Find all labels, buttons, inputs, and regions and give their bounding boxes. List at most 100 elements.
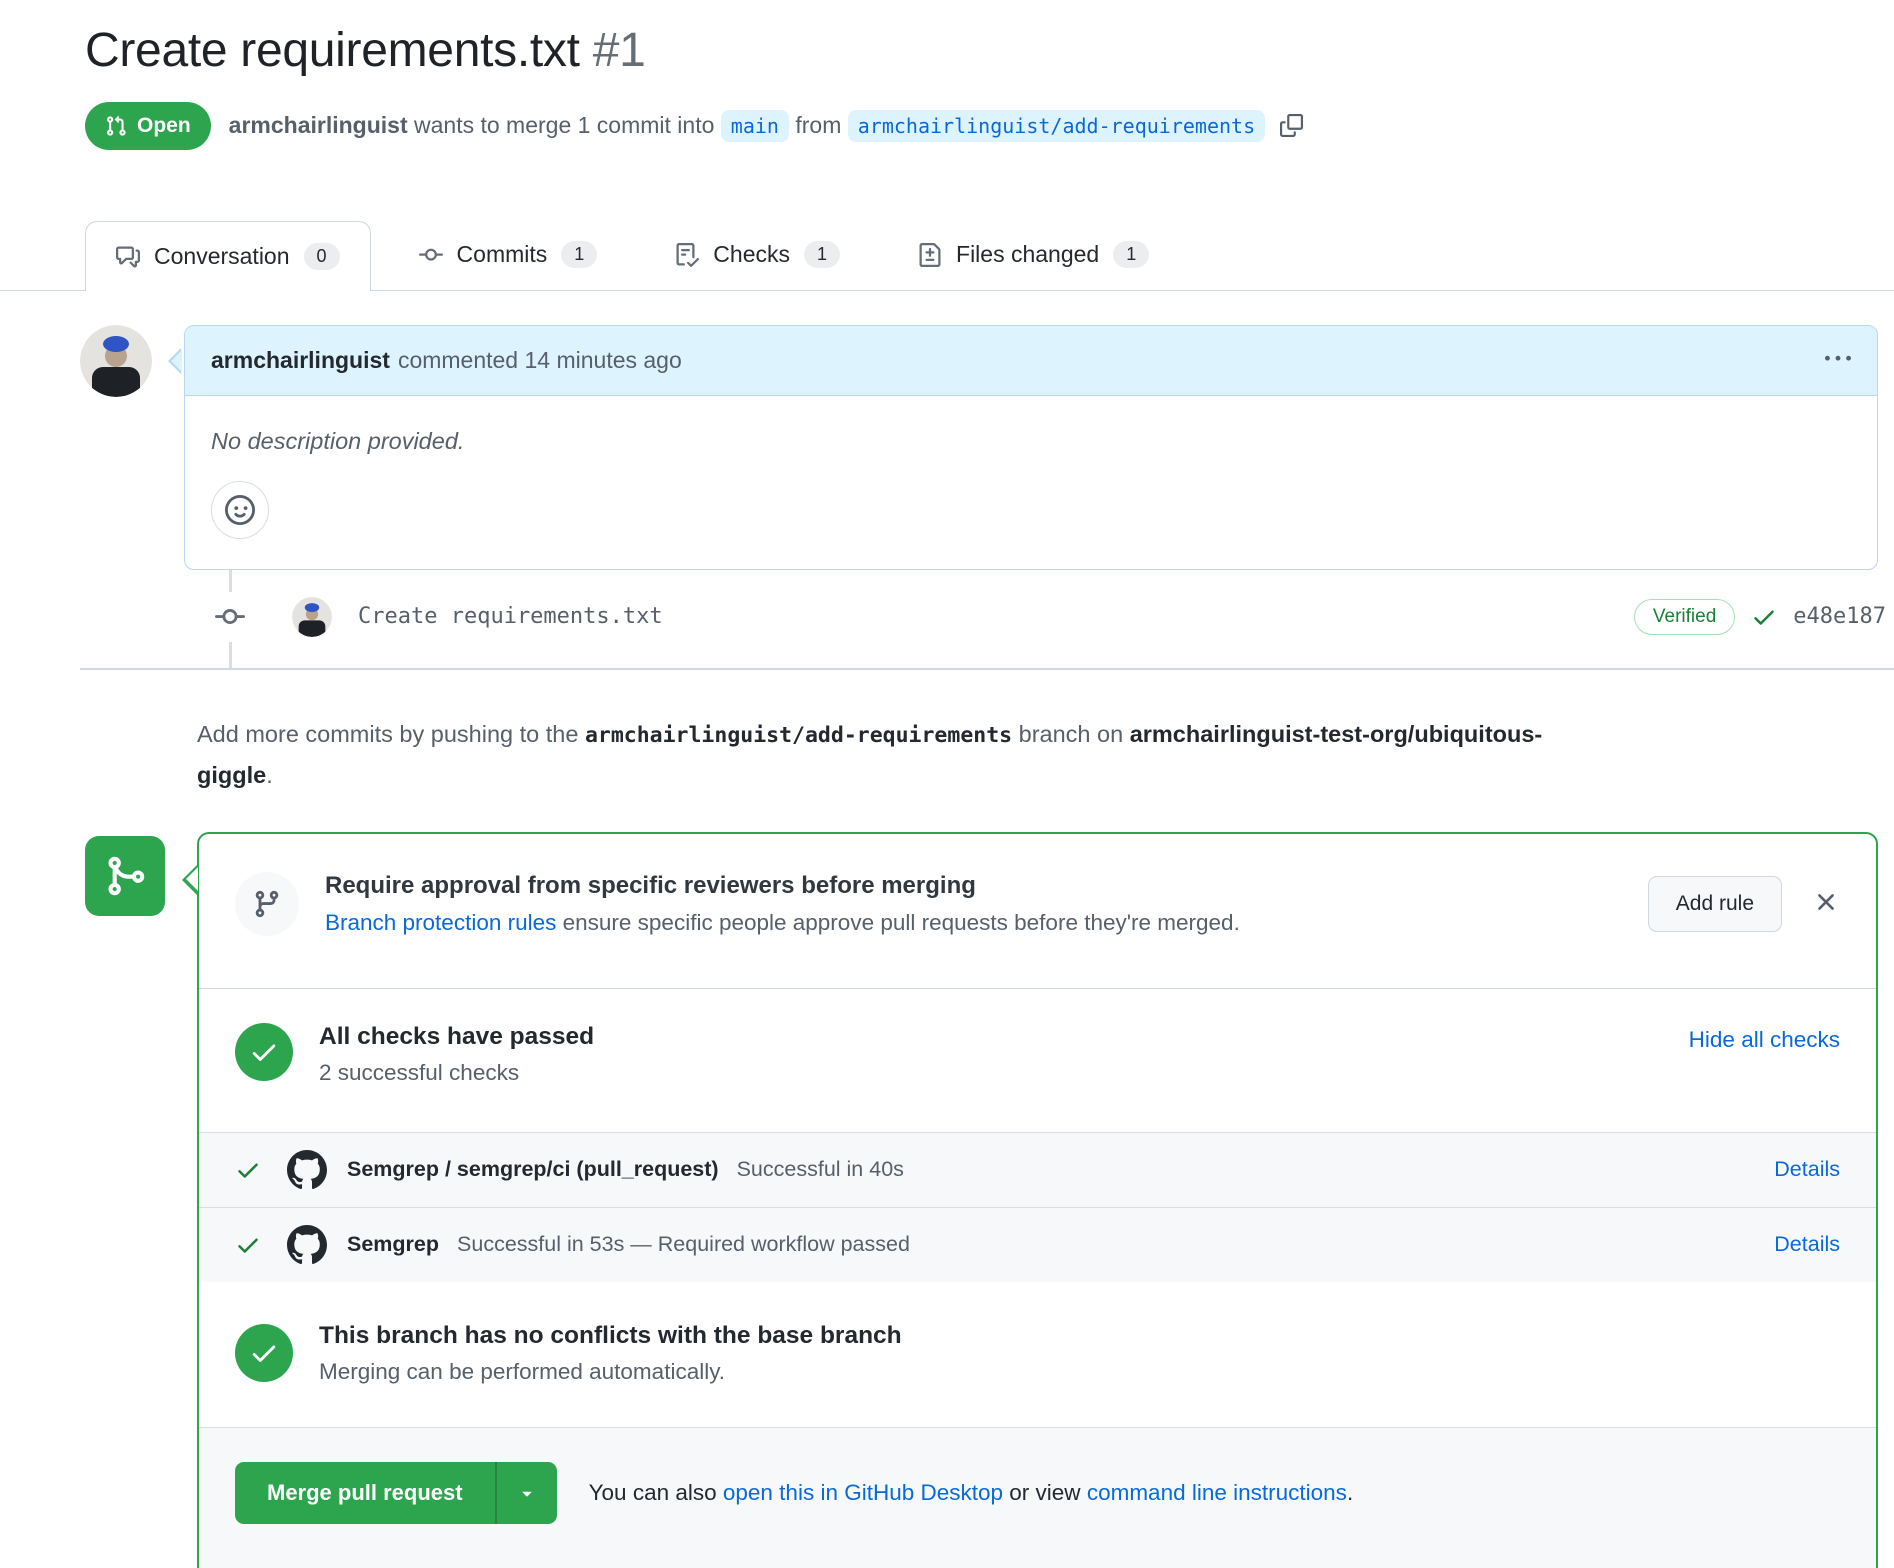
push-note-branch: armchairlinguist/add-requirements: [585, 723, 1012, 748]
merge-summary-text-1: wants to merge 1 commit into: [414, 112, 714, 138]
pr-description-comment: armchairlinguist commented 14 minutes ag…: [184, 325, 1878, 570]
file-diff-icon: [918, 243, 942, 267]
comment-author-link[interactable]: armchairlinguist: [211, 347, 390, 374]
pr-number: #1: [593, 24, 646, 77]
page-title: Create requirements.txt #1: [85, 22, 1878, 80]
merge-box: Require approval from specific reviewers…: [197, 832, 1878, 1568]
git-commit-icon: [196, 592, 264, 642]
head-branch-label[interactable]: armchairlinguist/add-requirements: [848, 110, 1265, 142]
approval-rule-text: Require approval from specific reviewers…: [325, 872, 1240, 936]
pr-title-text: Create requirements.txt: [85, 24, 580, 77]
merge-status-area: Require approval from specific reviewers…: [197, 832, 1878, 1568]
approval-rule-title: Require approval from specific reviewers…: [325, 872, 1240, 900]
close-icon: [1812, 888, 1840, 916]
github-logo-icon: [287, 1225, 327, 1265]
comment-options-button[interactable]: [1825, 346, 1851, 375]
tab-checks-label: Checks: [713, 241, 790, 268]
comment-header: armchairlinguist commented 14 minutes ag…: [185, 326, 1877, 396]
command-line-instructions-link[interactable]: command line instructions: [1087, 1480, 1347, 1505]
merge-split-button: Merge pull request: [235, 1462, 557, 1524]
tab-conversation-label: Conversation: [154, 243, 290, 270]
github-desktop-link[interactable]: open this in GitHub Desktop: [723, 1480, 1003, 1505]
checklist-icon: [675, 243, 699, 267]
no-conflicts-section: This branch has no conflicts with the ba…: [199, 1282, 1876, 1427]
verified-badge[interactable]: Verified: [1634, 599, 1735, 635]
github-logo-icon: [287, 1150, 327, 1190]
base-branch-label[interactable]: main: [721, 110, 789, 142]
merge-note-text-2: or view: [1003, 1480, 1087, 1505]
commit-sha-link[interactable]: e48e187: [1793, 604, 1886, 629]
check-status: Successful in 53s — Required workflow pa…: [457, 1232, 910, 1257]
approval-rule-description-text: ensure specific people approve pull requ…: [556, 910, 1239, 935]
commit-author-avatar[interactable]: [292, 597, 332, 637]
pull-request-page: Create requirements.txt #1 Open armchair…: [0, 22, 1894, 1568]
tab-checks-count: 1: [804, 241, 840, 268]
push-note: Add more commits by pushing to the armch…: [197, 714, 1597, 796]
merge-box-arrow: [182, 864, 198, 896]
comment-meta: commented 14 minutes ago: [398, 347, 682, 374]
pr-tab-nav: Conversation 0 Commits 1 Checks 1 Files …: [0, 220, 1894, 291]
git-branch-icon: [235, 872, 299, 936]
merge-actions-footer: Merge pull request You can also open thi…: [199, 1427, 1876, 1568]
tab-checks[interactable]: Checks 1: [645, 220, 870, 290]
triangle-down-icon: [517, 1483, 537, 1503]
push-note-text-1: Add more commits by pushing to the: [197, 721, 585, 747]
dismiss-approval-button[interactable]: [1812, 888, 1840, 919]
tab-conversation[interactable]: Conversation 0: [85, 221, 371, 291]
add-reaction-button[interactable]: [211, 481, 269, 539]
check-details-link[interactable]: Details: [1774, 1232, 1840, 1257]
comment-discussion-icon: [116, 245, 140, 269]
branch-protection-rules-link[interactable]: Branch protection rules: [325, 910, 556, 935]
checks-summary-subtitle: 2 successful checks: [319, 1060, 594, 1086]
copy-branch-button[interactable]: [1280, 114, 1303, 140]
tab-commits-label: Commits: [457, 241, 548, 268]
no-conflicts-subtitle: Merging can be performed automatically.: [319, 1359, 902, 1385]
status-badge: Open: [85, 102, 211, 150]
checks-summary-title: All checks have passed: [319, 1023, 594, 1051]
tab-commits-count: 1: [561, 241, 597, 268]
check-name: Semgrep: [347, 1232, 439, 1257]
check-success-icon: [235, 1157, 261, 1183]
smiley-icon: [225, 495, 255, 525]
kebab-icon: [1825, 346, 1851, 372]
approval-rule-section: Require approval from specific reviewers…: [199, 834, 1876, 988]
merge-note-text-1: You can also: [589, 1480, 723, 1505]
divider: [80, 668, 1894, 670]
comment-body: No description provided.: [185, 396, 1877, 457]
conversation-section: armchairlinguist commented 14 minutes ag…: [0, 325, 1894, 570]
checks-summary-text: All checks have passed 2 successful chec…: [319, 1023, 594, 1086]
pr-merge-summary: armchairlinguist wants to merge 1 commit…: [229, 107, 1303, 144]
tab-commits[interactable]: Commits 1: [389, 220, 628, 290]
merge-note-text-3: .: [1347, 1480, 1353, 1505]
pr-status-row: Open armchairlinguist wants to merge 1 c…: [85, 102, 1878, 150]
commit-message-link[interactable]: Create requirements.txt: [358, 604, 663, 629]
tab-files-changed[interactable]: Files changed 1: [888, 220, 1179, 290]
push-note-text-2: branch on: [1012, 721, 1130, 747]
push-note-text-3: .: [266, 762, 273, 788]
merge-options-dropdown[interactable]: [495, 1462, 557, 1524]
approval-controls: Add rule: [1648, 876, 1840, 932]
no-conflicts-text: This branch has no conflicts with the ba…: [319, 1322, 902, 1385]
hide-all-checks-link[interactable]: Hide all checks: [1689, 1027, 1840, 1053]
tab-conversation-count: 0: [304, 243, 340, 270]
merge-pull-request-button[interactable]: Merge pull request: [235, 1462, 495, 1524]
approval-rule-description: Branch protection rules ensure specific …: [325, 910, 1240, 936]
commit-meta: Verified e48e187: [1634, 599, 1886, 635]
check-circle-icon: [235, 1023, 293, 1081]
author-avatar[interactable]: [80, 325, 152, 397]
copy-icon: [1280, 114, 1303, 137]
git-commit-icon: [419, 243, 443, 267]
tab-files-changed-count: 1: [1113, 241, 1149, 268]
git-merge-icon: [85, 836, 165, 916]
check-row-semgrep-ci: Semgrep / semgrep/ci (pull_request) Succ…: [199, 1132, 1876, 1207]
checks-summary-section: All checks have passed 2 successful chec…: [199, 989, 1876, 1132]
check-details-link[interactable]: Details: [1774, 1157, 1840, 1182]
status-badge-label: Open: [137, 114, 191, 138]
merge-alternatives-note: You can also open this in GitHub Desktop…: [589, 1480, 1354, 1506]
add-rule-button[interactable]: Add rule: [1648, 876, 1782, 932]
check-circle-icon: [235, 1324, 293, 1382]
commit-check-icon: [1751, 604, 1777, 630]
no-conflicts-title: This branch has no conflicts with the ba…: [319, 1322, 902, 1350]
commit-row: Create requirements.txt Verified e48e187: [0, 592, 1894, 642]
author-link[interactable]: armchairlinguist: [229, 112, 408, 138]
